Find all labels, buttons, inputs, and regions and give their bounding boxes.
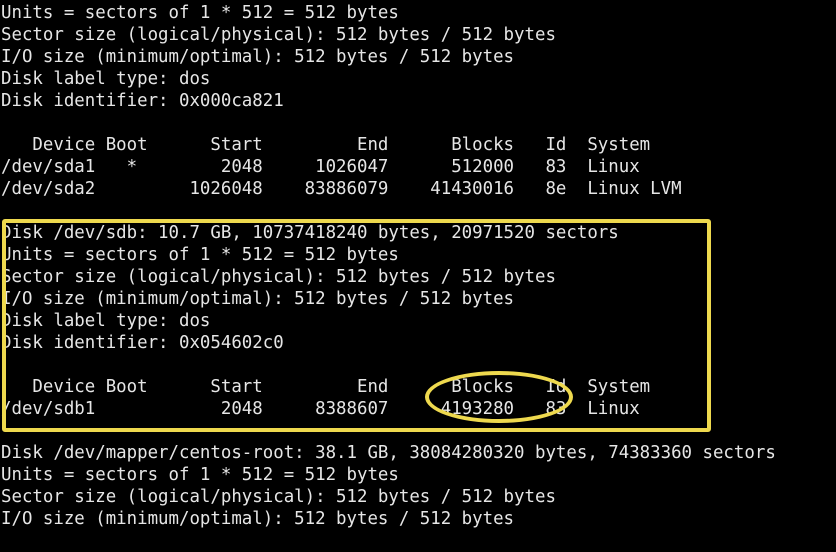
terminal-line: Units = sectors of 1 * 512 = 512 bytes bbox=[1, 245, 399, 265]
table-row: /dev/sda2 1026048 83886079 41430016 8e L… bbox=[1, 179, 682, 199]
terminal-line: Disk identifier: 0x054602c0 bbox=[1, 333, 284, 353]
sdb-table-header: Device Boot Start End Blocks Id System bbox=[1, 377, 651, 397]
terminal-line: Sector size (logical/physical): 512 byte… bbox=[1, 25, 556, 45]
terminal-line: I/O size (minimum/optimal): 512 bytes / … bbox=[1, 47, 515, 67]
terminal-line: Units = sectors of 1 * 512 = 512 bytes bbox=[1, 465, 399, 485]
sda-table-header: Device Boot Start End Blocks Id System bbox=[1, 135, 651, 155]
terminal-line: Disk label type: dos bbox=[1, 69, 211, 89]
centos-root-disk-summary: Disk /dev/mapper/centos-root: 38.1 GB, 3… bbox=[1, 443, 776, 463]
terminal-line: Sector size (logical/physical): 512 byte… bbox=[1, 487, 556, 507]
sdb-disk-summary: Disk /dev/sdb: 10.7 GB, 10737418240 byte… bbox=[1, 223, 619, 243]
terminal-output: Units = sectors of 1 * 512 = 512 bytes S… bbox=[0, 0, 836, 530]
terminal-line: Units = sectors of 1 * 512 = 512 bytes bbox=[1, 3, 399, 23]
terminal-line: I/O size (minimum/optimal): 512 bytes / … bbox=[1, 289, 515, 309]
terminal-line: Sector size (logical/physical): 512 byte… bbox=[1, 267, 556, 287]
table-row: /dev/sda1 * 2048 1026047 512000 83 Linux bbox=[1, 157, 640, 177]
terminal-line: I/O size (minimum/optimal): 512 bytes / … bbox=[1, 509, 515, 529]
terminal-line: Disk label type: dos bbox=[1, 311, 211, 331]
terminal-window[interactable]: Units = sectors of 1 * 512 = 512 bytes S… bbox=[0, 0, 836, 552]
table-row: /dev/sdb1 2048 8388607 4193280 83 Linux bbox=[1, 399, 640, 419]
terminal-line: Disk identifier: 0x000ca821 bbox=[1, 91, 284, 111]
